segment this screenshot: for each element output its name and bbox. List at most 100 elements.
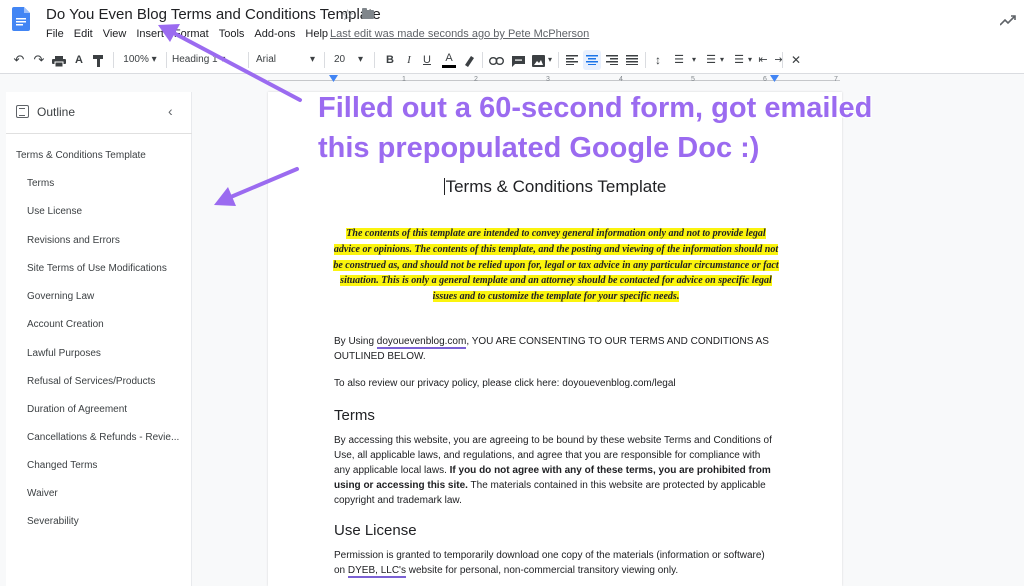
bulleted-list-dropdown-icon[interactable]: ▾ — [718, 51, 726, 69]
spellcheck-icon[interactable]: A — [72, 51, 86, 69]
line-spacing-icon[interactable]: ↕ — [651, 51, 665, 69]
google-docs-icon[interactable] — [12, 7, 30, 31]
menu-tools[interactable]: Tools — [219, 28, 245, 40]
chevron-left-icon[interactable]: ‹ — [168, 103, 173, 119]
toolbar-separator — [782, 52, 783, 68]
last-edit-link[interactable]: Last edit was made seconds ago by Pete M… — [330, 28, 589, 40]
increase-indent-icon[interactable]: ⇥ — [773, 51, 785, 69]
decrease-indent-icon[interactable]: ⇤ — [757, 51, 769, 69]
outline-item-refusal[interactable]: Refusal of Services/Products — [27, 376, 155, 387]
paint-format-icon[interactable] — [93, 55, 105, 67]
privacy-paragraph[interactable]: To also review our privacy policy, pleas… — [334, 376, 774, 391]
numbered-list-icon[interactable]: ☰ — [732, 51, 746, 69]
zoom-select[interactable]: 100% ▾ — [118, 51, 162, 69]
insert-comment-icon[interactable] — [512, 56, 525, 67]
outline-title: Outline — [37, 105, 76, 119]
outline-item-use-license[interactable]: Use License — [27, 206, 82, 217]
toolbar-separator — [558, 52, 559, 68]
numbered-list-dropdown-icon[interactable]: ▾ — [746, 51, 754, 69]
bold-button[interactable]: B — [384, 51, 396, 69]
align-center-icon — [586, 55, 598, 65]
disclaimer-paragraph[interactable]: The contents of this template are intend… — [332, 226, 780, 305]
zoom-value: 100% — [123, 54, 149, 65]
annotation-line: this prepopulated Google Doc :) — [318, 132, 760, 164]
highlight-color-icon[interactable] — [463, 55, 475, 67]
use-license-paragraph[interactable]: Permission is granted to temporarily dow… — [334, 548, 774, 578]
outline-item-terms[interactable]: Terms — [27, 178, 54, 189]
menu-edit[interactable]: Edit — [74, 28, 93, 40]
outline-item-severability[interactable]: Severability — [27, 516, 79, 527]
ruler-label: 3 — [546, 76, 550, 83]
outline-icon — [16, 105, 29, 118]
ruler: 1 2 3 4 5 6 7 — [0, 74, 1024, 88]
align-right-icon[interactable] — [606, 55, 618, 65]
italic-button[interactable]: I — [403, 51, 415, 69]
checklist-dropdown-icon[interactable]: ▾ — [690, 51, 698, 69]
outline-item-duration[interactable]: Duration of Agreement — [27, 404, 127, 415]
right-indent-marker[interactable] — [770, 75, 779, 82]
outline-item-account-creation[interactable]: Account Creation — [27, 319, 104, 330]
arrowhead-icon — [214, 187, 236, 206]
font-family-select[interactable]: Arial ▾ — [256, 51, 320, 69]
disclaimer-text: The contents of this template are intend… — [333, 228, 779, 303]
document-title[interactable]: Do You Even Blog Terms and Conditions Te… — [46, 6, 381, 23]
clear-formatting-icon[interactable]: ✕ — [789, 51, 803, 69]
menu-help[interactable]: Help — [305, 28, 328, 40]
menu-view[interactable]: View — [103, 28, 127, 40]
ruler-label: 4 — [619, 76, 623, 83]
left-indent-marker[interactable] — [329, 75, 338, 82]
toolbar-separator — [248, 52, 249, 68]
text-cursor — [443, 178, 445, 195]
text-color-button[interactable]: A — [442, 51, 456, 68]
redo-icon[interactable]: ↷ — [32, 51, 46, 69]
toolbar: ↶ ↷ A 100% ▾ Heading 1 ▾ Arial ▾ 20 ▾ B I … — [0, 46, 1024, 74]
outline-item-cancellations[interactable]: Cancellations & Refunds - Revie... — [27, 432, 179, 443]
outline-header: Outline ‹ — [6, 92, 192, 134]
font-size-select[interactable]: 20 ▾ — [334, 51, 368, 69]
align-justify-icon[interactable] — [626, 55, 638, 65]
menu-bar: File Edit View Insert Format Tools Add-o… — [46, 28, 338, 40]
outline-item-lawful-purposes[interactable]: Lawful Purposes — [27, 348, 101, 359]
outline-item-waiver[interactable]: Waiver — [27, 488, 58, 499]
star-icon[interactable]: ☆ — [341, 6, 354, 24]
annotation-callout: Filled out a 60-second form, got emailed… — [318, 88, 872, 168]
toolbar-separator — [482, 52, 483, 68]
insert-image-icon[interactable] — [532, 55, 545, 67]
use-license-heading[interactable]: Use License — [334, 522, 417, 539]
terms-paragraph[interactable]: By accessing this website, you are agree… — [334, 433, 774, 508]
paragraph-style-select[interactable]: Heading 1 ▾ — [172, 51, 246, 69]
license-suffix: website for personal, non-commercial tra… — [405, 565, 679, 576]
font-family-value: Arial — [256, 54, 277, 65]
menu-addons[interactable]: Add-ons — [254, 28, 295, 40]
outline-panel: Outline ‹ Terms & Conditions Template Te… — [6, 92, 192, 586]
terms-heading[interactable]: Terms — [334, 407, 375, 424]
print-icon[interactable] — [52, 56, 66, 67]
activity-trend-icon[interactable] — [1000, 14, 1016, 26]
menu-insert[interactable]: Insert — [136, 28, 164, 40]
undo-icon[interactable]: ↶ — [12, 51, 26, 69]
document-heading[interactable]: Terms & Conditions Template — [268, 177, 842, 197]
menu-format[interactable]: Format — [174, 28, 209, 40]
image-dropdown-icon[interactable]: ▾ — [546, 51, 554, 69]
outline-item-site-terms[interactable]: Site Terms of Use Modifications — [27, 263, 167, 274]
outline-item-revisions[interactable]: Revisions and Errors — [27, 235, 120, 246]
toolbar-separator — [324, 52, 325, 68]
bulleted-list-icon[interactable]: ☰ — [704, 51, 718, 69]
toolbar-separator — [374, 52, 375, 68]
consent-paragraph[interactable]: By Using doyouevenblog.com, YOU ARE CONS… — [334, 334, 774, 364]
menu-file[interactable]: File — [46, 28, 64, 40]
paragraph-style-value: Heading 1 — [172, 54, 218, 65]
document-heading-text: Terms & Conditions Template — [445, 177, 667, 196]
title-bar: Do You Even Blog Terms and Conditions Te… — [0, 0, 1024, 46]
checklist-icon[interactable]: ☰ — [672, 51, 686, 69]
ruler-label: 5 — [691, 76, 695, 83]
folder-icon[interactable] — [362, 8, 374, 19]
consent-site: doyouevenblog.com — [376, 336, 467, 349]
underline-button[interactable]: U — [421, 51, 433, 69]
outline-item-changed-terms[interactable]: Changed Terms — [27, 460, 97, 471]
outline-heading[interactable]: Terms & Conditions Template — [16, 150, 146, 161]
insert-link-icon[interactable] — [489, 57, 504, 65]
align-left-icon[interactable] — [566, 55, 578, 65]
ruler-label: 7 — [834, 76, 838, 83]
outline-item-governing-law[interactable]: Governing Law — [27, 291, 94, 302]
